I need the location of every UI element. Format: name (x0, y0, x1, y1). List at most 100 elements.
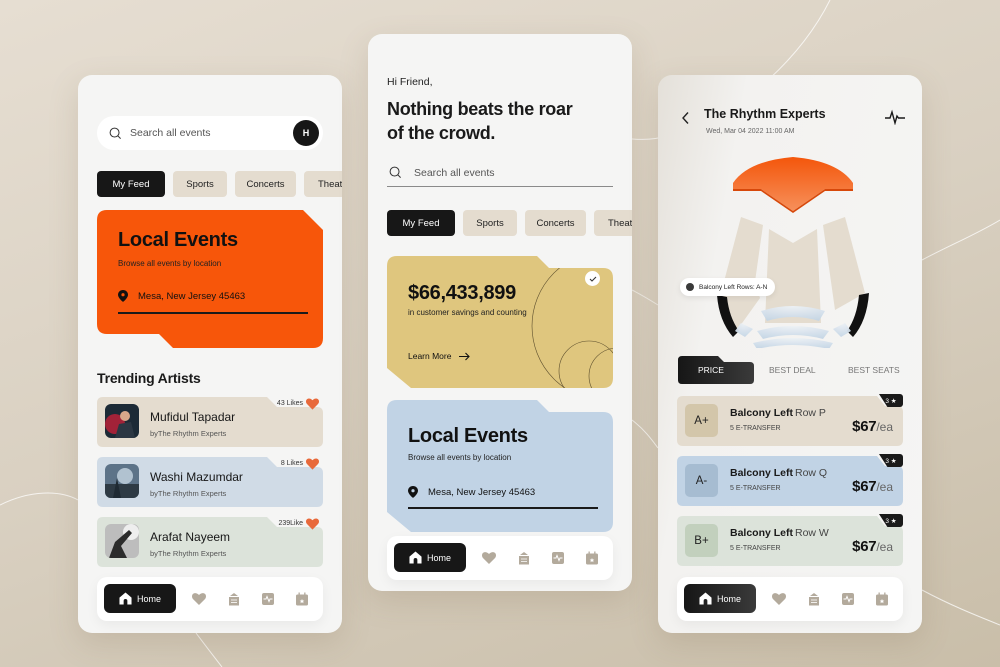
chip-concerts[interactable]: Concerts (235, 171, 296, 197)
chip-theater[interactable]: Theater (594, 210, 632, 236)
tab-best-seats[interactable]: BEST SEATS (848, 365, 900, 375)
location-row[interactable]: Mesa, New Jersey 45463 (408, 486, 535, 498)
search-placeholder: Search all events (414, 166, 495, 179)
seat-section-right-upper (823, 217, 865, 310)
artist-row[interactable]: Arafat Nayeem byThe Rhythm Experts 239Li… (97, 517, 323, 567)
sort-tabs: PRICE BEST DEAL BEST SEATS (678, 356, 908, 384)
ticket-price: $67/ea (852, 418, 893, 435)
chip-theater[interactable]: Theater (304, 171, 342, 197)
activity-icon[interactable] (841, 592, 855, 606)
chip-sports[interactable]: Sports (173, 171, 227, 197)
price-value: $67 (852, 418, 877, 435)
heart-icon[interactable] (306, 458, 319, 470)
artist-photo (105, 404, 139, 438)
search-input[interactable]: Search all events H (97, 116, 323, 150)
tab-price[interactable]: PRICE (678, 356, 754, 384)
ticket-row: Row W (795, 527, 829, 539)
location-underline (408, 507, 598, 509)
avatar[interactable]: H (293, 120, 319, 146)
calendar-icon[interactable] (295, 592, 309, 606)
artist-likes: 239Like (278, 520, 303, 527)
artist-name: Washi Mazumdar (150, 470, 243, 484)
ticket-section: Balcony Left (730, 527, 794, 539)
ticket-transfer: 5 E-TRANSFER (730, 425, 781, 432)
ticket-transfer: 5 E-TRANSFER (730, 545, 781, 552)
home-icon (699, 592, 712, 605)
seat-grade: B+ (685, 524, 718, 557)
search-icon (109, 127, 122, 140)
artist-name: Arafat Nayeem (150, 530, 231, 544)
trending-artists-heading: Trending Artists (97, 370, 201, 386)
chip-my-feed[interactable]: My Feed (97, 171, 165, 197)
price-unit: /ea (876, 540, 893, 554)
learn-more-link[interactable]: Learn More (408, 351, 471, 361)
ticket-icon[interactable] (227, 592, 241, 606)
tab-best-deal[interactable]: BEST DEAL (769, 365, 816, 375)
calendar-icon[interactable] (875, 592, 889, 606)
ticket-row: Row P (795, 407, 826, 419)
price-unit: /ea (876, 480, 893, 494)
ticket-icon[interactable] (517, 551, 531, 565)
chip-sports[interactable]: Sports (463, 210, 517, 236)
nav-home-button[interactable]: Home (684, 584, 756, 613)
tab-price-label: PRICE (698, 365, 724, 375)
chip-my-feed[interactable]: My Feed (387, 210, 455, 236)
card-title: Local Events (408, 425, 528, 447)
heart-icon[interactable] (482, 551, 496, 565)
heart-icon[interactable] (772, 592, 786, 606)
artist-byline: byThe Rhythm Experts (150, 549, 227, 558)
location-pin-icon (118, 290, 128, 302)
seat-tooltip: Balcony Left Rows: A-N (680, 278, 776, 296)
ticket-section: Balcony Left (730, 467, 794, 479)
ticket-listing[interactable]: A- Balcony Left Row Q 5 E-TRANSFER $67/e… (677, 454, 903, 506)
location-row[interactable]: Mesa, New Jersey 45463 (118, 290, 245, 302)
activity-icon[interactable] (885, 109, 905, 125)
activity-icon[interactable] (551, 551, 565, 565)
chip-concerts[interactable]: Concerts (525, 210, 586, 236)
card-shape (387, 256, 613, 388)
nav-home-button[interactable]: Home (394, 543, 466, 572)
artist-row[interactable]: Mufidul Tapadar byThe Rhythm Experts 43 … (97, 397, 323, 447)
search-icon (389, 166, 402, 179)
card-title: Local Events (118, 229, 238, 251)
artist-row[interactable]: Washi Mazumdar byThe Rhythm Experts 8 Li… (97, 457, 323, 507)
greeting: Hi Friend, (387, 76, 433, 88)
ticket-listing[interactable]: A+ Balcony Left Row P 5 E-TRANSFER $67/e… (677, 394, 903, 446)
local-events-card[interactable]: Local Events Browse all events by locati… (387, 400, 613, 532)
savings-card[interactable]: $66,433,899 in customer savings and coun… (387, 256, 613, 388)
card-subtitle: Browse all events by location (408, 453, 512, 462)
heart-icon[interactable] (306, 398, 319, 410)
seat-grade: A+ (685, 404, 718, 437)
seat-grade: A- (685, 464, 718, 497)
location-underline (118, 312, 308, 314)
local-events-card[interactable]: Local Events Browse all events by locati… (97, 210, 323, 348)
ticket-listing[interactable]: B+ Balcony Left Row W 5 E-TRANSFER $67/e… (677, 514, 903, 566)
card-subtitle: Browse all events by location (118, 259, 222, 268)
artist-likes: 8 Likes (280, 460, 303, 467)
search-input[interactable]: Search all events (387, 159, 613, 187)
category-chips: My Feed Sports Concerts Theater (97, 171, 342, 197)
location-pin-icon (408, 486, 418, 498)
ticket-icon[interactable] (807, 592, 821, 606)
heart-icon[interactable] (306, 518, 319, 530)
learn-more-label: Learn More (408, 351, 452, 361)
calendar-icon[interactable] (585, 551, 599, 565)
check-icon (589, 276, 596, 282)
home-icon (119, 592, 132, 605)
activity-icon[interactable] (261, 592, 275, 606)
seat-tooltip-text: Balcony Left Rows: A-N (699, 283, 768, 291)
ticket-section: Balcony Left (730, 407, 794, 419)
headline-line-2: of the crowd. (387, 123, 496, 143)
nav-home-button[interactable]: Home (104, 584, 176, 613)
venue-seat-map[interactable] (713, 153, 873, 348)
artist-photo (105, 524, 139, 558)
price-value: $67 (852, 478, 877, 495)
heart-icon[interactable] (192, 592, 206, 606)
artist-byline: byThe Rhythm Experts (150, 429, 227, 438)
search-placeholder: Search all events (130, 127, 211, 139)
ticket-price: $67/ea (852, 478, 893, 495)
back-chevron-icon[interactable] (681, 111, 691, 125)
home-icon (409, 551, 422, 564)
nav-home-label: Home (716, 593, 741, 604)
headline-line-1: Nothing beats the roar (387, 99, 573, 119)
